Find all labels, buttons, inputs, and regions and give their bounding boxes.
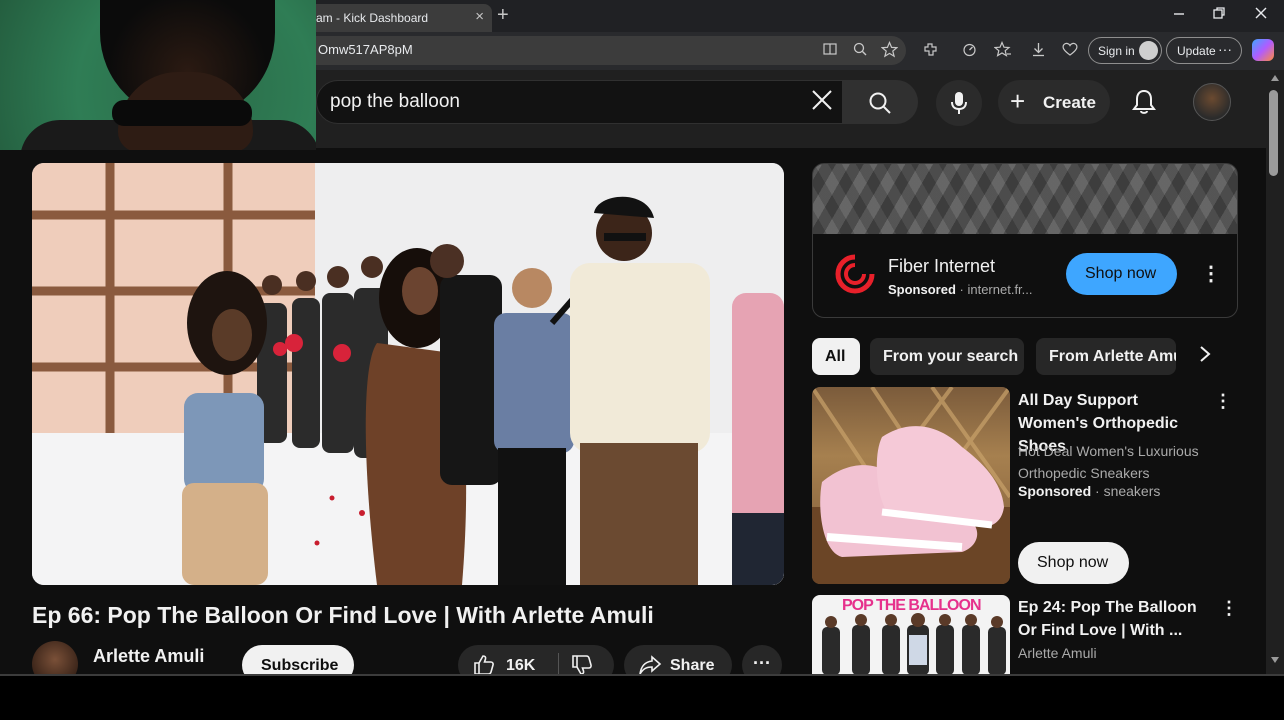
extensions-icon[interactable] bbox=[922, 41, 939, 62]
ad-shop-now-label: Shop now bbox=[1085, 265, 1157, 282]
rec-shoes-tag: sneakers bbox=[1103, 483, 1161, 499]
reader-view-icon[interactable] bbox=[822, 41, 838, 61]
webcam-overlay bbox=[0, 0, 316, 150]
fiber-logo-icon bbox=[835, 254, 875, 294]
os-taskbar bbox=[0, 674, 1284, 720]
rec-ep24-title[interactable]: Ep 24: Pop The Balloon Or Find Love | Wi… bbox=[1018, 596, 1208, 642]
chevron-right-icon[interactable] bbox=[1198, 344, 1212, 370]
scroll-up-icon bbox=[1271, 75, 1279, 81]
create-label: Create bbox=[1043, 93, 1096, 112]
video-title: Ep 66: Pop The Balloon Or Find Love | Wi… bbox=[32, 602, 654, 628]
scrollbar-thumb[interactable] bbox=[1269, 90, 1278, 176]
favorites-icon[interactable] bbox=[993, 40, 1012, 62]
rec-shoes-shop-now-label: Shop now bbox=[1037, 554, 1109, 571]
rec-shoes-shop-now-button[interactable]: Shop now bbox=[1018, 542, 1129, 584]
ad-shop-now-button[interactable]: Shop now bbox=[1066, 253, 1177, 295]
clear-search-icon[interactable] bbox=[808, 86, 836, 121]
update-label: Update bbox=[1177, 44, 1216, 58]
ad-domain: internet.fr... bbox=[967, 282, 1033, 297]
more-dots-icon: ··· bbox=[1218, 41, 1232, 57]
chip-from-arlette-amuli[interactable]: From Arlette Amuli bbox=[1036, 338, 1176, 375]
close-window-icon[interactable] bbox=[1254, 6, 1268, 24]
new-tab-icon[interactable]: + bbox=[497, 4, 509, 27]
search-button[interactable] bbox=[842, 80, 918, 124]
rec-shoes-sponsor-line: Sponsored · sneakers bbox=[1018, 483, 1161, 499]
channel-name[interactable]: Arlette Amuli bbox=[93, 646, 204, 667]
zoom-icon[interactable] bbox=[852, 41, 868, 61]
scroll-down-icon bbox=[1271, 657, 1279, 663]
minimize-icon[interactable] bbox=[1172, 6, 1186, 24]
microphone-icon bbox=[951, 92, 967, 114]
rec-shoes-description: Hot Deal Women's Luxurious Orthopedic Sn… bbox=[1018, 443, 1199, 481]
search-icon bbox=[869, 92, 891, 114]
copilot-icon[interactable] bbox=[1252, 39, 1274, 61]
video-frame bbox=[32, 163, 784, 585]
notifications-bell-icon[interactable] bbox=[1131, 88, 1157, 121]
plus-icon: + bbox=[1010, 86, 1026, 116]
rec-shoes-thumbnail[interactable] bbox=[812, 387, 1010, 584]
share-label: Share bbox=[670, 657, 715, 674]
performance-icon[interactable] bbox=[961, 41, 978, 62]
sign-in-label: Sign in bbox=[1098, 44, 1135, 58]
ad-sponsor-line: Sponsored · internet.fr... bbox=[888, 282, 1033, 297]
downloads-icon[interactable] bbox=[1030, 41, 1047, 62]
ad-title: Fiber Internet bbox=[888, 256, 996, 276]
update-button[interactable]: Update ··· bbox=[1166, 37, 1242, 64]
url-text[interactable]: Omw517AP8pM bbox=[318, 42, 413, 57]
search-query[interactable]: pop the balloon bbox=[330, 91, 460, 113]
ad-card[interactable]: Fiber Internet Sponsored · internet.fr..… bbox=[812, 163, 1238, 318]
chip-all[interactable]: All bbox=[812, 338, 860, 375]
tab-title: am - Kick Dashboard bbox=[316, 11, 429, 25]
rec-shoes-more-icon[interactable]: ⋮ bbox=[1214, 391, 1232, 412]
rec-ep24-thumbnail[interactable]: POP THE BALLOON bbox=[812, 595, 1010, 675]
account-avatar[interactable] bbox=[1193, 83, 1231, 121]
sponsored-label: Sponsored bbox=[1018, 483, 1092, 499]
browser-tab[interactable]: am - Kick Dashboard × bbox=[306, 4, 492, 32]
restore-icon[interactable] bbox=[1212, 6, 1226, 24]
voice-search-button[interactable] bbox=[936, 80, 982, 126]
sign-in-button[interactable]: Sign in bbox=[1088, 37, 1162, 64]
create-button[interactable]: + Create bbox=[998, 80, 1110, 124]
like-count[interactable]: 16K bbox=[506, 657, 535, 675]
rec-ep24-more-icon[interactable]: ⋮ bbox=[1220, 598, 1238, 619]
favorite-star-icon[interactable] bbox=[880, 40, 899, 62]
ad-banner-image bbox=[813, 164, 1237, 234]
sponsored-label: Sponsored bbox=[888, 282, 956, 297]
health-icon[interactable] bbox=[1061, 41, 1079, 61]
tab-close-icon[interactable]: × bbox=[475, 8, 484, 25]
rec-ep24-channel[interactable]: Arlette Amuli bbox=[1018, 645, 1097, 661]
ad-more-options-icon[interactable]: ⋮ bbox=[1201, 261, 1221, 286]
video-player[interactable] bbox=[32, 163, 784, 585]
profile-avatar-icon bbox=[1139, 41, 1158, 60]
subscribe-label: Subscribe bbox=[261, 657, 339, 674]
chip-from-your-search[interactable]: From your search bbox=[870, 338, 1024, 375]
